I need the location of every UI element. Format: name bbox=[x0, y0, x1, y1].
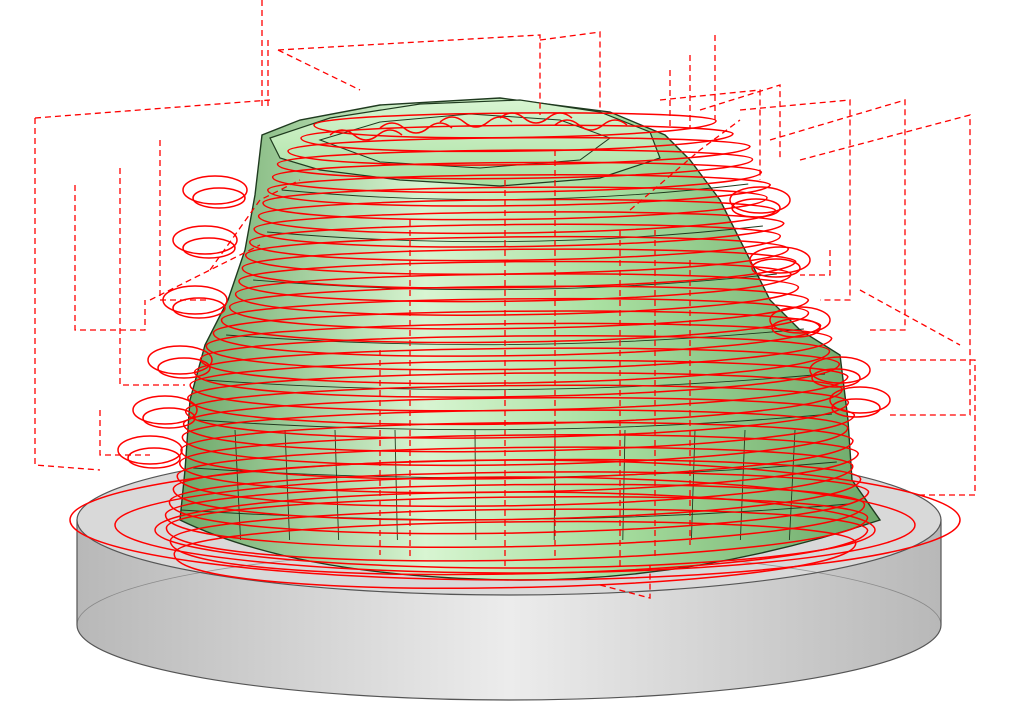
rapid-move-2 bbox=[74, 185, 146, 331]
rapid-move-14 bbox=[880, 359, 976, 496]
left-loop-inner-4 bbox=[142, 407, 196, 429]
rapid-move-13 bbox=[800, 250, 831, 276]
part-model[interactable] bbox=[179, 97, 882, 581]
3d-viewport[interactable] bbox=[0, 0, 1024, 718]
rapid-move-11 bbox=[769, 99, 906, 331]
cam-scene[interactable] bbox=[0, 0, 1024, 718]
right-loop-0 bbox=[729, 186, 791, 214]
rapid-move-10 bbox=[739, 99, 851, 301]
left-loop-inner-0 bbox=[192, 187, 246, 209]
left-loop-inner-5 bbox=[127, 447, 181, 469]
left-loop-inner-1 bbox=[182, 237, 236, 259]
left-loop-inner-2 bbox=[172, 297, 226, 319]
rapid-move-0 bbox=[261, 0, 269, 110]
rapid-move-7 bbox=[539, 31, 601, 110]
rapid-move-4 bbox=[159, 140, 210, 301]
